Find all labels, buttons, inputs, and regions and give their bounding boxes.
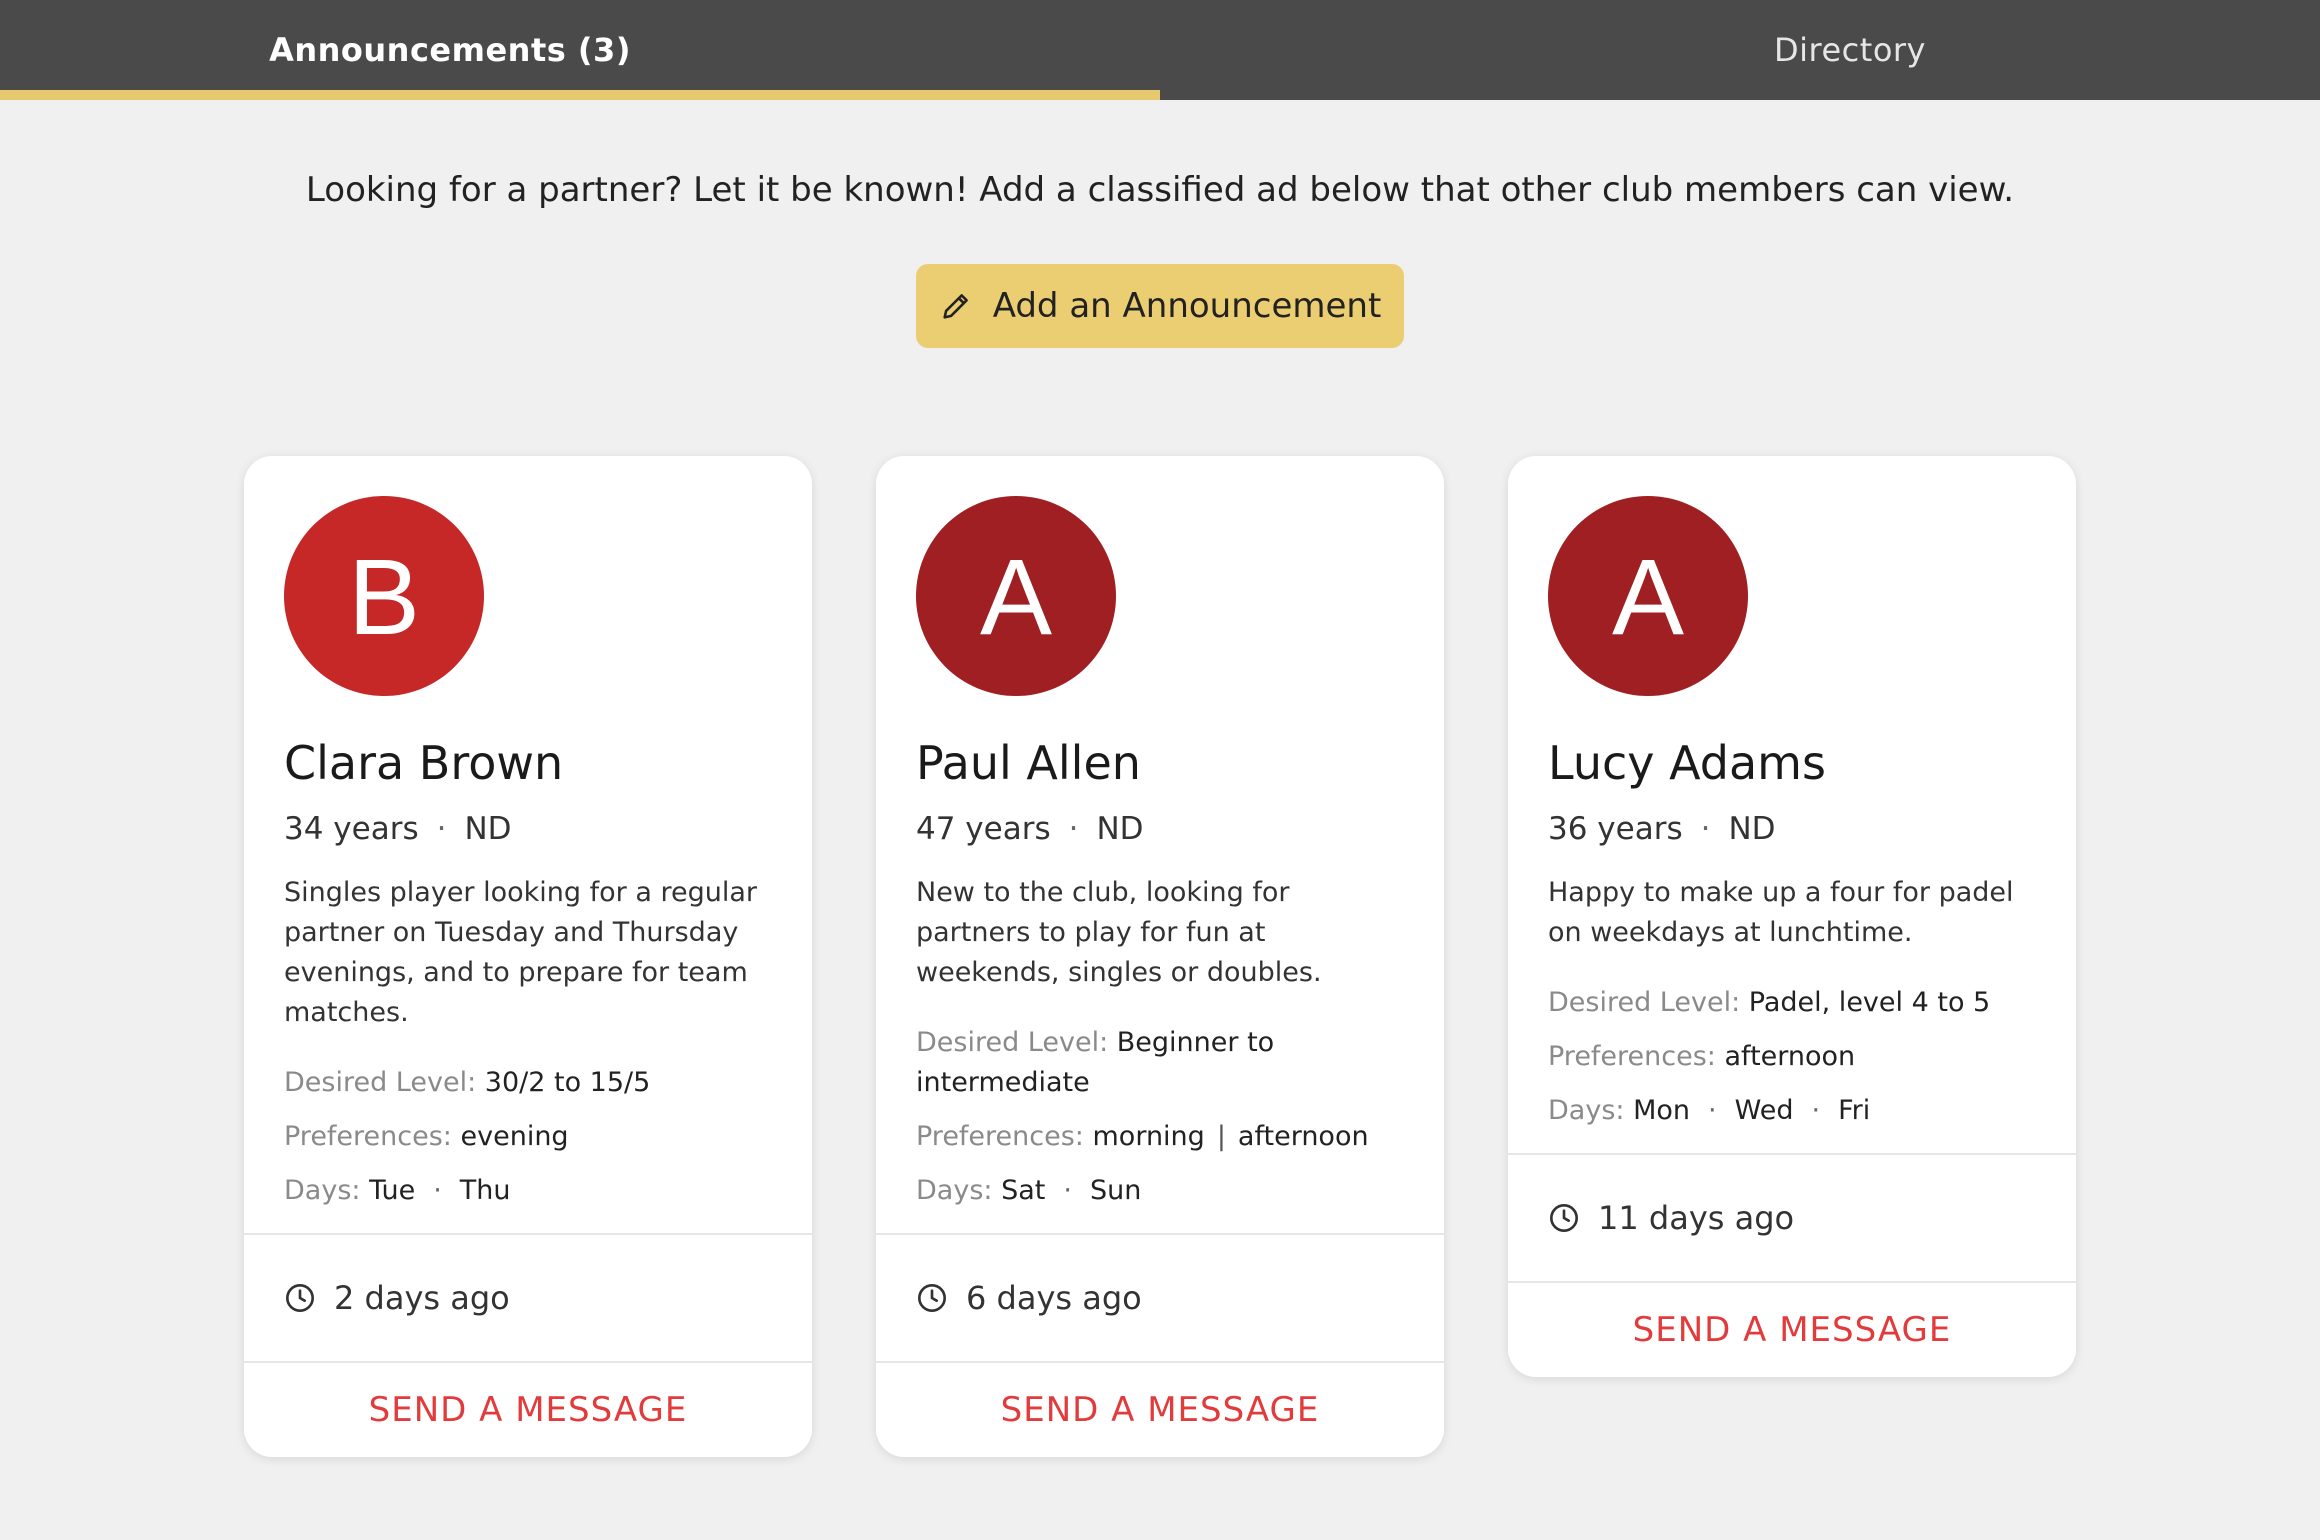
avatar-initial: A	[1611, 535, 1685, 657]
member-age: 36 years	[1548, 810, 1683, 847]
member-rating: ND	[1728, 810, 1776, 847]
day-value: Thu	[459, 1174, 511, 1206]
clock-icon	[284, 1282, 316, 1314]
member-meta: 34 years · ND	[284, 811, 772, 847]
member-name: Lucy Adams	[1548, 736, 1826, 790]
member-name: Paul Allen	[916, 736, 1141, 790]
day-value: Sun	[1089, 1174, 1142, 1206]
separator-dot: ·	[1068, 810, 1079, 847]
top-navigation: Announcements (3) Directory	[0, 0, 2320, 100]
preferences-label: Preferences:	[916, 1120, 1084, 1152]
member-age: 34 years	[284, 810, 419, 847]
send-message-button[interactable]: SEND A MESSAGE	[244, 1360, 812, 1457]
days-label: Days:	[284, 1174, 361, 1206]
posted-time: 6 days ago	[876, 1232, 1444, 1361]
add-announcement-button[interactable]: Add an Announcement	[916, 264, 1404, 348]
clock-icon	[916, 1282, 948, 1314]
preference-value: morning	[1092, 1120, 1205, 1152]
posted-time-text: 6 days ago	[966, 1278, 1142, 1317]
member-name: Clara Brown	[284, 736, 564, 790]
day-value: Sat	[1001, 1174, 1046, 1206]
day-value: Tue	[369, 1174, 416, 1206]
separator-dot: ·	[1811, 1094, 1821, 1126]
preferences-label: Preferences:	[1548, 1040, 1716, 1072]
posted-time: 11 days ago	[1508, 1152, 2076, 1281]
avatar: B	[284, 496, 484, 696]
announcement-description: Happy to make up a four for padel on wee…	[1548, 876, 2014, 948]
days-label: Days:	[1548, 1094, 1625, 1126]
preference-value: evening	[460, 1120, 569, 1152]
announcement-description: Singles player looking for a regular par…	[284, 876, 757, 1028]
avatar-initial: B	[347, 535, 421, 657]
tab-directory[interactable]: Directory	[1400, 0, 2300, 100]
desired-level-value: 30/2 to 15/5	[484, 1066, 651, 1098]
pencil-icon	[939, 289, 973, 323]
day-value: Fri	[1838, 1094, 1871, 1126]
desired-level-label: Desired Level:	[916, 1026, 1109, 1058]
days-row: Days: Tue · Thu	[284, 1171, 772, 1211]
member-meta: 36 years · ND	[1548, 811, 2036, 847]
separator-dot: ·	[1700, 810, 1711, 847]
days-label: Days:	[916, 1174, 993, 1206]
preference-value: afternoon	[1237, 1120, 1369, 1152]
tab-announcements[interactable]: Announcements (3)	[0, 0, 900, 100]
posted-time: 2 days ago	[244, 1232, 812, 1361]
announcement-card: A Lucy Adams 36 years · ND Happy to make…	[1508, 456, 2076, 1377]
avatar: A	[1548, 496, 1748, 696]
preferences-label: Preferences:	[284, 1120, 452, 1152]
separator-dot: ·	[436, 810, 447, 847]
days-row: Days: Sat · Sun	[916, 1171, 1404, 1211]
member-meta: 47 years · ND	[916, 811, 1404, 847]
desired-level-value: Padel, level 4 to 5	[1748, 986, 1991, 1018]
preferences-row: Preferences: morning | afternoon	[916, 1117, 1404, 1157]
member-rating: ND	[1096, 810, 1144, 847]
separator-dot: ·	[1063, 1174, 1072, 1206]
announcement-card: B Clara Brown 34 years · ND Singles play…	[244, 456, 812, 1457]
desired-level-label: Desired Level:	[284, 1066, 477, 1098]
posted-time-text: 11 days ago	[1598, 1198, 1795, 1237]
desired-level-row: Desired Level: 30/2 to 15/5	[284, 1063, 772, 1103]
desired-level-row: Desired Level: Beginner to intermediate	[916, 1023, 1404, 1103]
posted-time-text: 2 days ago	[334, 1278, 510, 1317]
separator-dot: ·	[433, 1174, 442, 1206]
day-value: Wed	[1734, 1094, 1794, 1126]
intro-text: Looking for a partner? Let it be known! …	[305, 170, 2015, 210]
active-tab-indicator	[0, 90, 1160, 100]
separator-bar: |	[1216, 1120, 1226, 1152]
preference-value: afternoon	[1724, 1040, 1856, 1072]
member-age: 47 years	[916, 810, 1051, 847]
send-message-button[interactable]: SEND A MESSAGE	[1508, 1280, 2076, 1377]
add-announcement-label: Add an Announcement	[992, 286, 1382, 326]
desired-level-row: Desired Level: Padel, level 4 to 5	[1548, 983, 2036, 1023]
preferences-row: Preferences: afternoon	[1548, 1037, 2036, 1077]
send-message-button[interactable]: SEND A MESSAGE	[876, 1360, 1444, 1457]
desired-level-label: Desired Level:	[1548, 986, 1741, 1018]
days-row: Days: Mon · Wed · Fri	[1548, 1091, 2036, 1131]
member-rating: ND	[464, 810, 512, 847]
day-value: Mon	[1633, 1094, 1691, 1126]
clock-icon	[1548, 1202, 1580, 1234]
separator-dot: ·	[1708, 1094, 1717, 1126]
avatar: A	[916, 496, 1116, 696]
announcement-description: New to the club, looking for partners to…	[916, 876, 1322, 988]
announcement-card: A Paul Allen 47 years · ND New to the cl…	[876, 456, 1444, 1457]
avatar-initial: A	[979, 535, 1053, 657]
preferences-row: Preferences: evening	[284, 1117, 772, 1157]
